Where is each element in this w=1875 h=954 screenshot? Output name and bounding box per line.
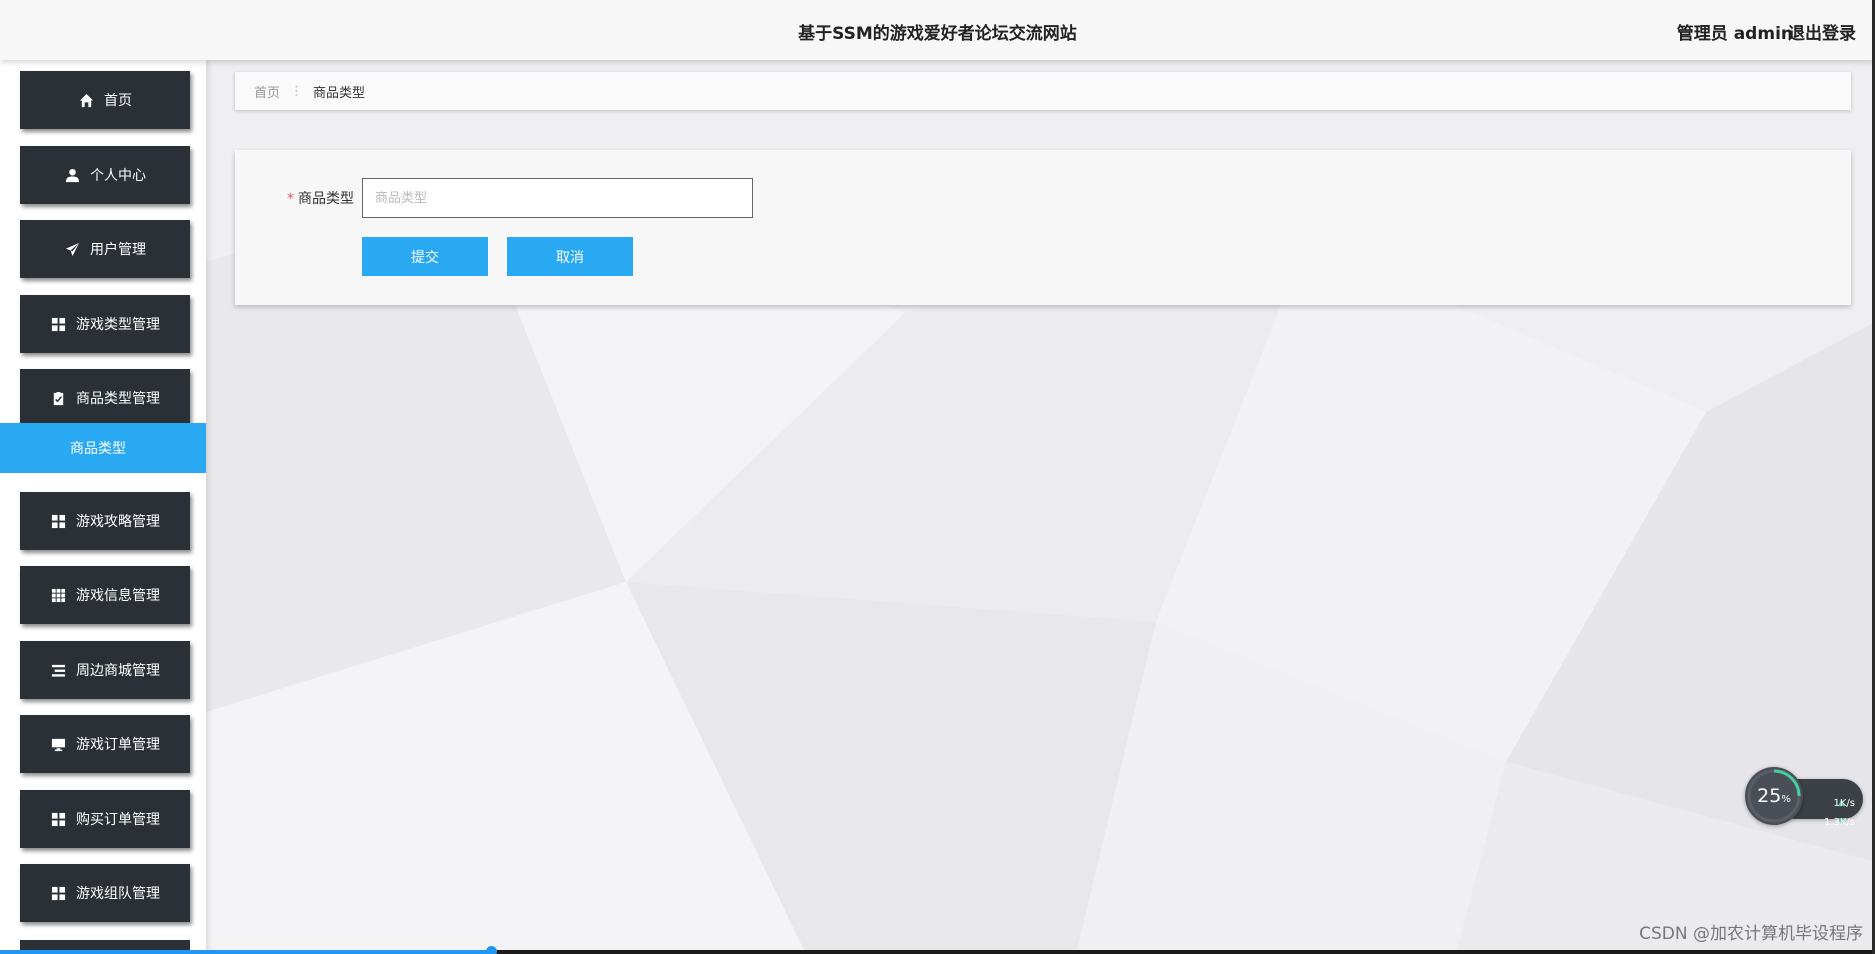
sidebar-item-game-orders[interactable]: 游戏订单管理 (20, 715, 190, 773)
sidebar-subitem-label: 商品类型 (70, 441, 126, 457)
logout-link[interactable]: 退出登录 (1788, 19, 1856, 44)
table-icon (50, 587, 66, 603)
sidebar-item-label: 个人中心 (90, 168, 146, 184)
sidebar-item-profile[interactable]: 个人中心 (20, 146, 190, 204)
upload-speed: 1K/s (1833, 798, 1856, 809)
top-header: 基于SSM的游戏爱好者论坛交流网站 管理员 admin 退出登录 (0, 0, 1875, 60)
sidebar-item-label: 购买订单管理 (76, 812, 160, 828)
grid-icon (50, 513, 66, 529)
download-speed: 1.3K/s (1823, 817, 1855, 828)
sidebar-item-label: 游戏信息管理 (76, 588, 160, 604)
sidebar-item-shop[interactable]: 周边商城管理 (20, 641, 190, 699)
clipboard-icon (50, 390, 66, 406)
cpu-usage-value: 25% (1745, 785, 1803, 807)
sidebar-item-label: 游戏订单管理 (76, 737, 160, 753)
sidebar-item-label: 游戏攻略管理 (76, 514, 160, 530)
sidebar-item-label: 首页 (104, 93, 132, 109)
sidebar-item-purchase-orders[interactable]: 购买订单管理 (20, 790, 190, 848)
home-icon (78, 92, 94, 108)
sidebar-item-game-teams[interactable]: 游戏组队管理 (20, 864, 190, 922)
cpu-usage-unit: % (1781, 794, 1791, 805)
breadcrumb-home[interactable]: 首页 (254, 82, 280, 101)
current-user: 管理员 admin (1676, 24, 1793, 44)
video-progress-bar[interactable] (0, 950, 492, 954)
sidebar-item-home[interactable]: 首页 (20, 71, 190, 129)
sidebar-item-users[interactable]: 用户管理 (20, 220, 190, 278)
breadcrumb-separator: ⋮ (290, 83, 304, 99)
sidebar: 首页 个人中心 用户管理 游戏类型管理 商品类型管理 商品类型 游戏攻略管理 游… (0, 60, 206, 954)
cpu-usage-number: 25 (1757, 785, 1782, 807)
cancel-button[interactable]: 取消 (507, 237, 633, 276)
sidebar-item-label: 游戏类型管理 (76, 317, 160, 333)
grid-icon (50, 811, 66, 827)
grid-icon (50, 885, 66, 901)
product-type-form: *商品类型 提交 取消 (235, 150, 1851, 305)
product-type-label-text: 商品类型 (298, 191, 354, 207)
site-title: 基于SSM的游戏爱好者论坛交流网站 (798, 24, 1077, 44)
csdn-watermark: CSDN @加农计算机毕设程序 (1639, 924, 1863, 944)
product-type-input[interactable] (362, 178, 753, 218)
sidebar-item-label: 周边商城管理 (76, 663, 160, 679)
breadcrumb: 首页 ⋮ 商品类型 (235, 72, 1851, 110)
sidebar-item-label: 商品类型管理 (76, 391, 160, 407)
submit-button[interactable]: 提交 (362, 237, 488, 276)
sidebar-subitem-product-type[interactable]: 商品类型 (0, 423, 206, 473)
sidebar-item-game-types[interactable]: 游戏类型管理 (20, 295, 190, 353)
user-icon (64, 167, 80, 183)
list-icon (50, 662, 66, 678)
sidebar-item-label: 用户管理 (90, 242, 146, 258)
sidebar-item-product-types[interactable]: 商品类型管理 (20, 369, 190, 427)
send-icon (64, 241, 80, 257)
sidebar-item-label: 游戏组队管理 (76, 886, 160, 902)
sidebar-item-game-guides[interactable]: 游戏攻略管理 (20, 492, 190, 550)
breadcrumb-current: 商品类型 (313, 85, 366, 101)
network-speed-widget[interactable]: ▲ ▼ 1K/s 1.3K/s 25% (1745, 767, 1865, 828)
cpu-usage-circle: 25% (1745, 767, 1803, 825)
monitor-icon (50, 736, 66, 752)
sidebar-item-game-info[interactable]: 游戏信息管理 (20, 566, 190, 624)
grid-icon (50, 316, 66, 332)
product-type-label: * 商品类型 (287, 188, 354, 208)
required-mark: * (287, 191, 294, 207)
video-progress-handle[interactable] (486, 946, 497, 954)
